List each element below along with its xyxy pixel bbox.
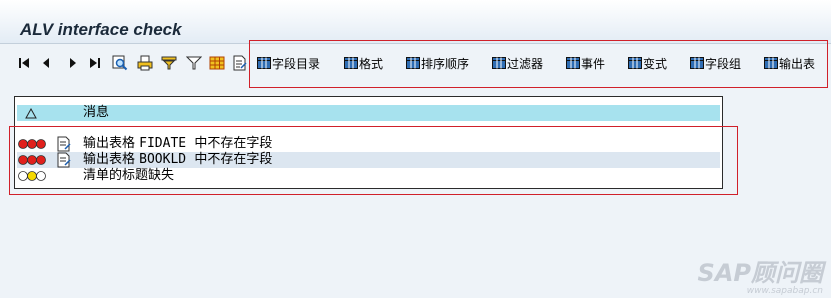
watermark-main: SAP顾问圈 xyxy=(697,259,823,287)
toolbar-annotation-box xyxy=(249,40,828,88)
first-page-icon[interactable] xyxy=(17,55,31,71)
watermark: SAP顾问圈 www.sapabap.cn xyxy=(698,260,823,296)
previous-page-icon[interactable] xyxy=(39,55,53,71)
title-bar: ALV interface check xyxy=(0,0,831,44)
watermark-sub: www.sapabap.cn xyxy=(746,286,823,296)
filter-set-icon[interactable] xyxy=(161,55,177,71)
last-page-icon[interactable] xyxy=(88,55,102,71)
export-doc-icon[interactable] xyxy=(232,55,248,71)
filter-icon[interactable] xyxy=(186,55,202,71)
messages-annotation-box xyxy=(9,126,738,195)
message-list-header: 消息 xyxy=(17,105,720,121)
layout-grid-icon[interactable] xyxy=(209,55,225,71)
find-icon[interactable] xyxy=(112,55,128,71)
message-column-header: 消息 xyxy=(83,105,110,120)
next-page-icon[interactable] xyxy=(66,55,80,71)
warning-triangle-icon xyxy=(25,108,37,119)
print-icon[interactable] xyxy=(137,55,153,71)
page-title: ALV interface check xyxy=(20,20,182,39)
